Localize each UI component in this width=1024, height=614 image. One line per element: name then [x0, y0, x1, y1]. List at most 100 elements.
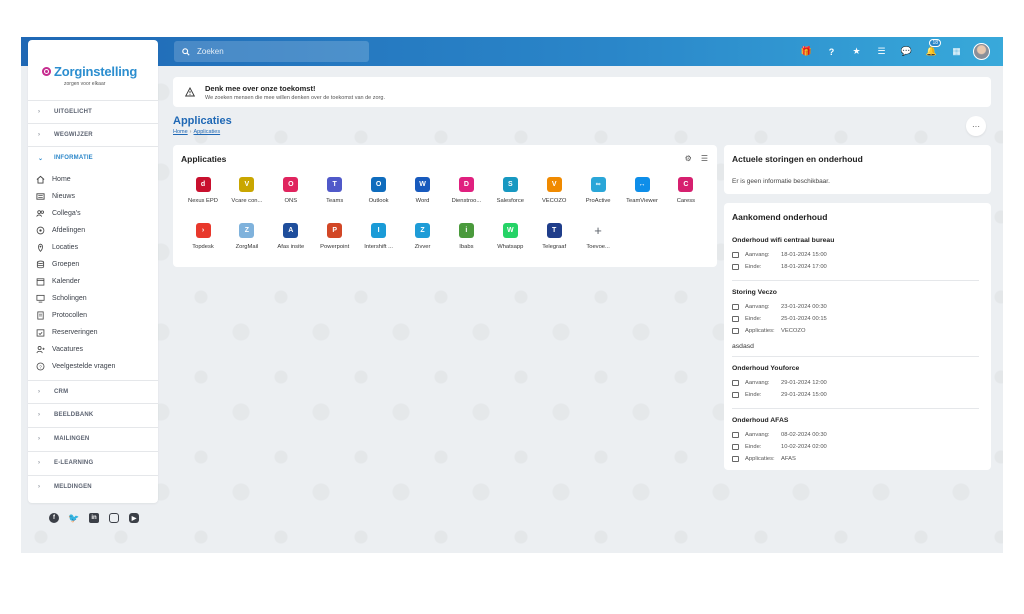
start-label: Aanvang:: [745, 252, 770, 258]
app-label: Teams: [326, 198, 344, 204]
sidebar-item-groepen[interactable]: Groepen: [36, 256, 79, 273]
instagram-icon[interactable]: [109, 513, 119, 523]
nav-section-informatie[interactable]: ⌄ INFORMATIE: [28, 146, 158, 169]
app-tile[interactable]: P Powerpoint: [313, 223, 357, 250]
maintenance-card-title: Aankomend onderhoud: [732, 212, 828, 222]
nav-section-label: CRM: [54, 389, 69, 395]
app-tile[interactable]: ∞ ProActive: [576, 177, 620, 204]
home-icon: [36, 175, 45, 184]
bell-icon[interactable]: 🔔 18: [919, 39, 944, 62]
app-tile[interactable]: Z ZorgMail: [225, 223, 269, 250]
app-tile[interactable]: V Vcare con...: [225, 177, 269, 204]
nav-section-beeldbank[interactable]: › BEELDBANK: [28, 403, 158, 426]
facebook-icon[interactable]: f: [49, 513, 59, 523]
svg-text:?: ?: [39, 364, 42, 369]
document-icon: [37, 311, 44, 320]
more-options-button[interactable]: ···: [966, 116, 986, 136]
app-icon: A: [283, 223, 299, 238]
sidebar-item-home[interactable]: Home: [36, 171, 71, 188]
chevron-right-icon: ›: [38, 412, 41, 418]
app-tile[interactable]: W Word: [401, 177, 445, 204]
app-tile[interactable]: Z Zivver: [401, 223, 445, 250]
grid-icon[interactable]: ▦: [944, 41, 969, 62]
app-label: ONS: [284, 198, 298, 204]
calendar-icon: [732, 252, 739, 258]
calendar-icon: [36, 278, 45, 286]
logo[interactable]: Zorginstelling: [42, 64, 137, 79]
app-tile[interactable]: V VECOZO: [532, 177, 576, 204]
nav-section-label: MAILINGEN: [54, 436, 90, 442]
nav-section-meldingen[interactable]: › MELDINGEN: [28, 475, 158, 498]
start-value: 23-01-2024 00:30: [781, 304, 827, 310]
end-value: 10-02-2024 02:00: [781, 444, 827, 450]
top-bar: 🎁 ? ★ ☰ 💬 🔔18 ▦: [21, 37, 1003, 66]
sidebar-item-collegas[interactable]: Collega's: [36, 205, 81, 222]
app-tile[interactable]: A Afas insite: [269, 223, 313, 250]
announcement-content: Denk mee over onze toekomst! We zoeken m…: [205, 84, 385, 101]
announcement-text: We zoeken mensen die mee willen denken o…: [205, 94, 385, 101]
nav-section-e-learning[interactable]: › E-LEARNING: [28, 451, 158, 474]
maintenance-apps-row: Applicaties: AFAS: [732, 453, 979, 465]
nav-section-crm[interactable]: › CRM: [28, 380, 158, 403]
maintenance-item[interactable]: Onderhoud AFAS Aanvang: 08-02-2024 00:30 …: [732, 417, 979, 465]
app-label: ProActive: [585, 198, 611, 204]
app-tile[interactable]: S Salesforce: [488, 177, 532, 204]
nav-section-mailingen[interactable]: › MAILINGEN: [28, 427, 158, 450]
app-tile[interactable]: d Nexus EPD: [181, 177, 225, 204]
sidebar-item-protocollen[interactable]: Protocollen: [36, 307, 87, 324]
app-icon: ∞: [590, 177, 606, 192]
app-tile[interactable]: O ONS: [269, 177, 313, 204]
maintenance-item[interactable]: Onderhoud Youforce Aanvang: 29-01-2024 12…: [732, 365, 979, 401]
sidebar-item-label: Collega's: [52, 210, 81, 217]
twitter-icon[interactable]: 🐦: [68, 513, 79, 523]
sidebar-item-locaties[interactable]: Locaties: [36, 239, 78, 256]
sidebar-item-scholingen[interactable]: Scholingen: [36, 290, 87, 307]
app-tile[interactable]: T Telegraaf: [532, 223, 576, 250]
sidebar-item-faq[interactable]: ? Veelgestelde vragen: [36, 358, 115, 375]
sidebar-item-vacatures[interactable]: Vacatures: [36, 341, 83, 358]
app-tile[interactable]: T Teams: [313, 177, 357, 204]
sidebar-item-kalender[interactable]: Kalender: [36, 273, 80, 290]
app-tile[interactable]: I Intershift ...: [357, 223, 401, 250]
divider: [732, 280, 979, 281]
sidebar-item-label: Veelgestelde vragen: [52, 363, 116, 370]
youtube-icon[interactable]: ▶: [129, 513, 139, 523]
avatar[interactable]: [973, 43, 990, 60]
app-label: Whatsapp: [497, 244, 524, 250]
app-icon: W: [502, 223, 518, 238]
app-tile[interactable]: D Dienstroo...: [444, 177, 488, 204]
nav-section-wegwijzer[interactable]: › WEGWIJZER: [28, 123, 158, 146]
app-tile[interactable]: W Whatsapp: [488, 223, 532, 250]
app-label: VECOZO: [541, 198, 567, 204]
app-tile[interactable]: O Outlook: [357, 177, 401, 204]
sidebar-item-afdelingen[interactable]: Afdelingen: [36, 222, 85, 239]
nav-section-label: WEGWIJZER: [54, 132, 93, 138]
maintenance-item[interactable]: Storing Veczo Aanvang: 23-01-2024 00:30 E…: [732, 289, 979, 350]
search-input[interactable]: [197, 47, 357, 56]
search-box[interactable]: [174, 41, 369, 62]
app-tile[interactable]: + Toevoe...: [576, 223, 620, 250]
breadcrumb-current[interactable]: Applicaties: [194, 129, 221, 135]
app-icon: V: [239, 177, 255, 192]
maintenance-card: Aankomend onderhoud Onderhoud wifi centr…: [724, 203, 991, 470]
linkedin-icon[interactable]: in: [89, 513, 99, 523]
start-value: 29-01-2024 12:00: [781, 380, 827, 386]
sidebar-item-nieuws[interactable]: Nieuws: [36, 188, 75, 205]
star-icon[interactable]: ★: [844, 41, 869, 62]
list-icon[interactable]: ☰: [869, 41, 894, 62]
menu-icon[interactable]: ☰: [701, 154, 708, 163]
app-icon: ↔: [634, 177, 650, 192]
settings-icon[interactable]: ⚙: [685, 154, 692, 163]
nav-section-uitgelicht[interactable]: › UITGELICHT: [28, 100, 158, 123]
chat-icon[interactable]: 💬: [894, 41, 919, 62]
app-tile[interactable]: C Caress: [664, 177, 708, 204]
app-tile[interactable]: ↔ TeamViewer: [620, 177, 664, 204]
gift-icon[interactable]: 🎁: [794, 41, 819, 62]
sidebar-item-reserveringen[interactable]: Reserveringen: [36, 324, 98, 341]
app-tile[interactable]: i Ibabs: [444, 223, 488, 250]
maintenance-item[interactable]: Onderhoud wifi centraal bureau Aanvang: 1…: [732, 237, 979, 273]
help-icon[interactable]: ?: [819, 41, 844, 62]
sidebar-item-label: Groepen: [52, 261, 80, 268]
breadcrumb-home[interactable]: Home: [173, 129, 188, 135]
app-tile[interactable]: › Topdesk: [181, 223, 225, 250]
